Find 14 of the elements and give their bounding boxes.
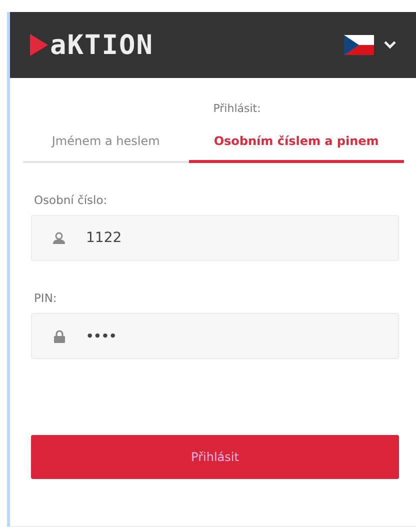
login-heading: Přihlásit: (212, 102, 262, 115)
login-tab[interactable]: Jménem a heslem (23, 125, 189, 163)
field-label: Osobní číslo: (34, 193, 108, 207)
user-icon (53, 232, 65, 244)
input-field[interactable]: •••• (31, 313, 399, 359)
flag-icon (344, 35, 374, 55)
logo-text: aKTION (50, 32, 154, 58)
lock-icon (54, 330, 64, 342)
login-tab[interactable]: Osobním číslem a pinem (188, 125, 404, 163)
login-button[interactable]: Přihlásit (31, 435, 399, 479)
logo-triangle-icon (30, 34, 48, 56)
field-label: PIN: (34, 291, 58, 305)
language-selector[interactable] (344, 35, 396, 55)
input-field[interactable]: 1122 (31, 215, 399, 261)
